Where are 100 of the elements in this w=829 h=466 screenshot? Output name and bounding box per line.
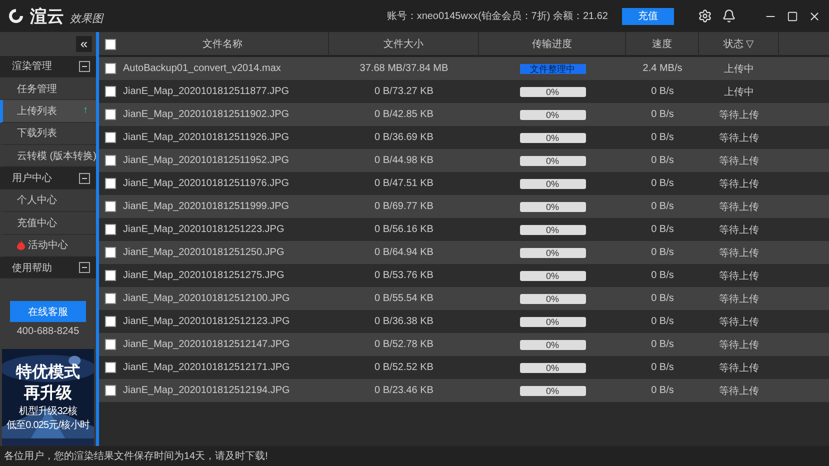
file-name: JianE_Map_202010181251250.JPG (122, 247, 286, 258)
speed: 0 B/s (650, 293, 675, 304)
speed: 0 B/s (650, 316, 675, 327)
speed: 0 B/s (650, 178, 675, 189)
file-name: JianE_Map_2020101812512100.JPG (122, 293, 291, 304)
file-name: JianE_Map_2020101812512123.JPG (122, 316, 291, 327)
status: 等待上传 (718, 270, 760, 282)
file-name: JianE_Map_2020101812511976.JPG (122, 178, 290, 189)
progress-label: 0% (544, 178, 560, 188)
row-checkbox[interactable] (105, 270, 116, 281)
row-checkbox[interactable] (105, 385, 116, 396)
row-checkbox[interactable] (105, 155, 116, 166)
group-label: 使用帮助 (12, 262, 52, 275)
close-icon[interactable] (808, 10, 821, 22)
file-name: JianE_Map_2020101812511877.JPG (122, 86, 290, 97)
file-name: JianE_Map_2020101812511926.JPG (122, 132, 290, 143)
sidebar-group[interactable]: 渲染管理 (0, 56, 96, 78)
file-name: JianE_Map_2020101812511999.JPG (122, 201, 290, 212)
status: 等待上传 (718, 292, 760, 306)
speed: 0 B/s (650, 86, 675, 97)
phone-number: 400-688-8245 (16, 326, 80, 337)
progress-label: 0% (544, 340, 560, 350)
status: 等待上传 (718, 132, 760, 144)
group-label: 用户中心 (12, 172, 52, 186)
file-name: JianE_Map_2020101812512147.JPG (122, 339, 291, 350)
file-size: 0 B/69.77 KB (374, 201, 434, 212)
progress-label: 0% (544, 362, 560, 372)
status: 等待上传 (718, 200, 760, 214)
row-checkbox[interactable] (105, 201, 116, 212)
recharge-button[interactable]: 充值 (622, 8, 674, 24)
status: 等待上传 (718, 362, 760, 374)
status: 等待上传 (718, 338, 760, 352)
select-all-checkbox[interactable] (105, 39, 116, 50)
speed: 0 B/s (650, 247, 675, 258)
status: 等待上传 (718, 316, 760, 328)
collapse-icon[interactable] (79, 60, 90, 72)
file-size: 0 B/55.54 KB (374, 293, 434, 304)
progress-label: 文件整理中 (529, 64, 576, 74)
row-checkbox[interactable] (105, 63, 116, 74)
file-size: 0 B/53.76 KB (374, 270, 434, 281)
banner-text: 低至0.025元/核小时 (6, 418, 90, 432)
file-name: JianE_Map_2020101812512171.JPG (122, 362, 291, 373)
app-subtitle: 效果图 (70, 12, 103, 26)
progress-label: 0% (544, 132, 560, 142)
filter-icon[interactable]: ▽ (746, 39, 754, 50)
row-checkbox[interactable] (105, 109, 116, 120)
file-name: JianE_Map_202010181251223.JPG (122, 224, 286, 235)
collapse-icon[interactable] (79, 262, 90, 274)
status: 等待上传 (718, 178, 760, 190)
sidebar-item[interactable]: 活动中心 (0, 234, 96, 257)
file-size: 0 B/44.98 KB (374, 155, 434, 166)
file-name: JianE_Map_2020101812511952.JPG (122, 155, 290, 166)
online-service-button[interactable]: 在线客服 (10, 301, 86, 322)
speed: 0 B/s (650, 109, 675, 120)
maximize-icon[interactable] (787, 10, 798, 22)
progress-label: 0% (544, 156, 560, 166)
file-size: 0 B/23.46 KB (374, 385, 434, 396)
sidebar-group[interactable]: 用户中心 (0, 167, 96, 190)
speed: 0 B/s (650, 362, 675, 373)
speed: 0 B/s (650, 385, 675, 396)
file-size: 0 B/36.38 KB (374, 316, 434, 327)
sidebar-item[interactable]: 下载列表 (0, 122, 96, 146)
logo-icon (8, 8, 24, 24)
row-checkbox[interactable] (105, 86, 116, 97)
file-size: 0 B/42.85 KB (374, 109, 434, 120)
collapse-button[interactable]: « (76, 36, 92, 52)
row-checkbox[interactable] (105, 247, 116, 258)
status: 等待上传 (718, 154, 760, 168)
file-size: 0 B/52.78 KB (374, 339, 434, 350)
row-checkbox[interactable] (105, 362, 116, 373)
status: 上传中 (723, 86, 755, 98)
progress-label: 0% (544, 86, 560, 96)
collapse-icon[interactable] (79, 172, 90, 184)
progress-label: 0% (544, 316, 560, 326)
row-checkbox[interactable] (105, 293, 116, 304)
file-size: 0 B/64.94 KB (374, 247, 434, 258)
sidebar-group[interactable]: 使用帮助 (0, 256, 96, 280)
speed: 0 B/s (650, 155, 675, 166)
status: 等待上传 (718, 384, 760, 398)
row-checkbox[interactable] (105, 224, 116, 235)
row-checkbox[interactable] (105, 339, 116, 350)
status: 等待上传 (718, 246, 760, 260)
file-size: 0 B/56.16 KB (374, 224, 434, 235)
speed: 0 B/s (650, 201, 675, 212)
row-checkbox[interactable] (105, 132, 116, 143)
file-size: 0 B/52.52 KB (374, 362, 434, 373)
account-info: 账号：xneo0145wxx(铂金会员：7折) 余额：21.62 (386, 10, 608, 23)
settings-icon[interactable] (698, 9, 712, 23)
speed: 0 B/s (650, 224, 675, 235)
row-checkbox[interactable] (105, 316, 116, 327)
file-name: JianE_Map_2020101812511902.JPG (122, 109, 290, 120)
sidebar-item[interactable]: 上传列表 ↑ (0, 100, 96, 123)
speed: 2.4 MB/s (642, 63, 684, 74)
file-name: JianE_Map_202010181251275.JPG (122, 270, 286, 281)
upload-indicator: ↑ (83, 105, 88, 116)
banner-text: 机型升级32核 (18, 404, 78, 418)
banner-title: 特优模式 (16, 362, 80, 384)
bell-icon[interactable] (722, 9, 736, 23)
row-checkbox[interactable] (105, 178, 116, 189)
progress-label: 0% (544, 248, 560, 258)
